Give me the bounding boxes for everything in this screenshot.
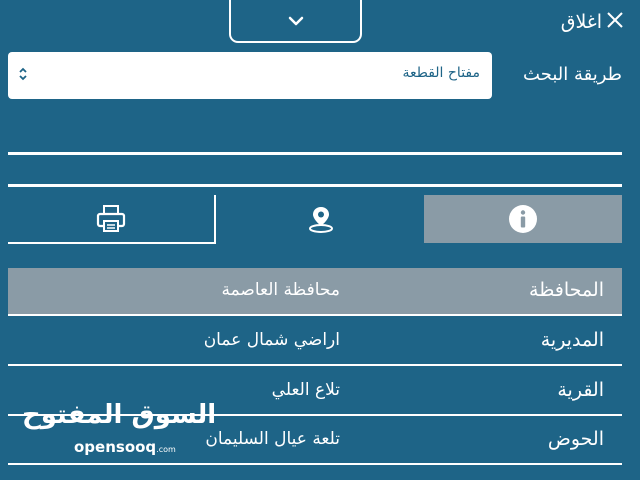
watermark-logo-english: opensooq.com bbox=[74, 438, 176, 456]
detail-value: محافظة العاصمة bbox=[221, 280, 340, 300]
tab-info[interactable] bbox=[424, 195, 622, 243]
detail-value: اراضي شمال عمان bbox=[203, 330, 340, 350]
search-method-value: مفتاح القطعة bbox=[402, 65, 480, 81]
map-pin-icon bbox=[309, 207, 333, 233]
collapse-button[interactable] bbox=[229, 0, 362, 43]
search-method-label: طريقة البحث bbox=[523, 64, 622, 85]
tab-underline bbox=[8, 242, 216, 244]
detail-row-directorate: المديرية اراضي شمال عمان bbox=[8, 318, 622, 366]
detail-key: القرية bbox=[557, 379, 604, 401]
search-method-select[interactable]: مفتاح القطعة bbox=[8, 52, 492, 99]
divider-line bbox=[8, 152, 622, 155]
detail-value: تلاع العلي bbox=[271, 380, 340, 400]
detail-key: الحوض bbox=[547, 428, 604, 450]
tab-location[interactable] bbox=[218, 195, 424, 243]
detail-key: المديرية bbox=[540, 329, 604, 351]
chevron-down-icon bbox=[288, 16, 303, 25]
printer-icon bbox=[96, 205, 126, 232]
close-button[interactable]: اغلاق bbox=[561, 8, 624, 36]
watermark-brand: opensooq bbox=[74, 438, 157, 456]
detail-value: تلعة عيال السليمان bbox=[205, 429, 340, 449]
select-arrows-icon bbox=[18, 66, 28, 85]
info-icon bbox=[509, 205, 537, 233]
detail-row-governorate: المحافظة محافظة العاصمة bbox=[8, 268, 622, 316]
detail-key: المحافظة bbox=[529, 279, 604, 301]
watermark-suffix: .com bbox=[156, 445, 176, 454]
close-icon bbox=[606, 11, 624, 34]
watermark-logo-arabic: السوق المفتوح bbox=[22, 400, 217, 430]
tab-divider bbox=[214, 195, 216, 243]
tab-bar bbox=[8, 195, 622, 245]
tab-print[interactable] bbox=[8, 195, 214, 243]
close-label: اغلاق bbox=[560, 11, 602, 33]
divider-line bbox=[8, 184, 622, 187]
